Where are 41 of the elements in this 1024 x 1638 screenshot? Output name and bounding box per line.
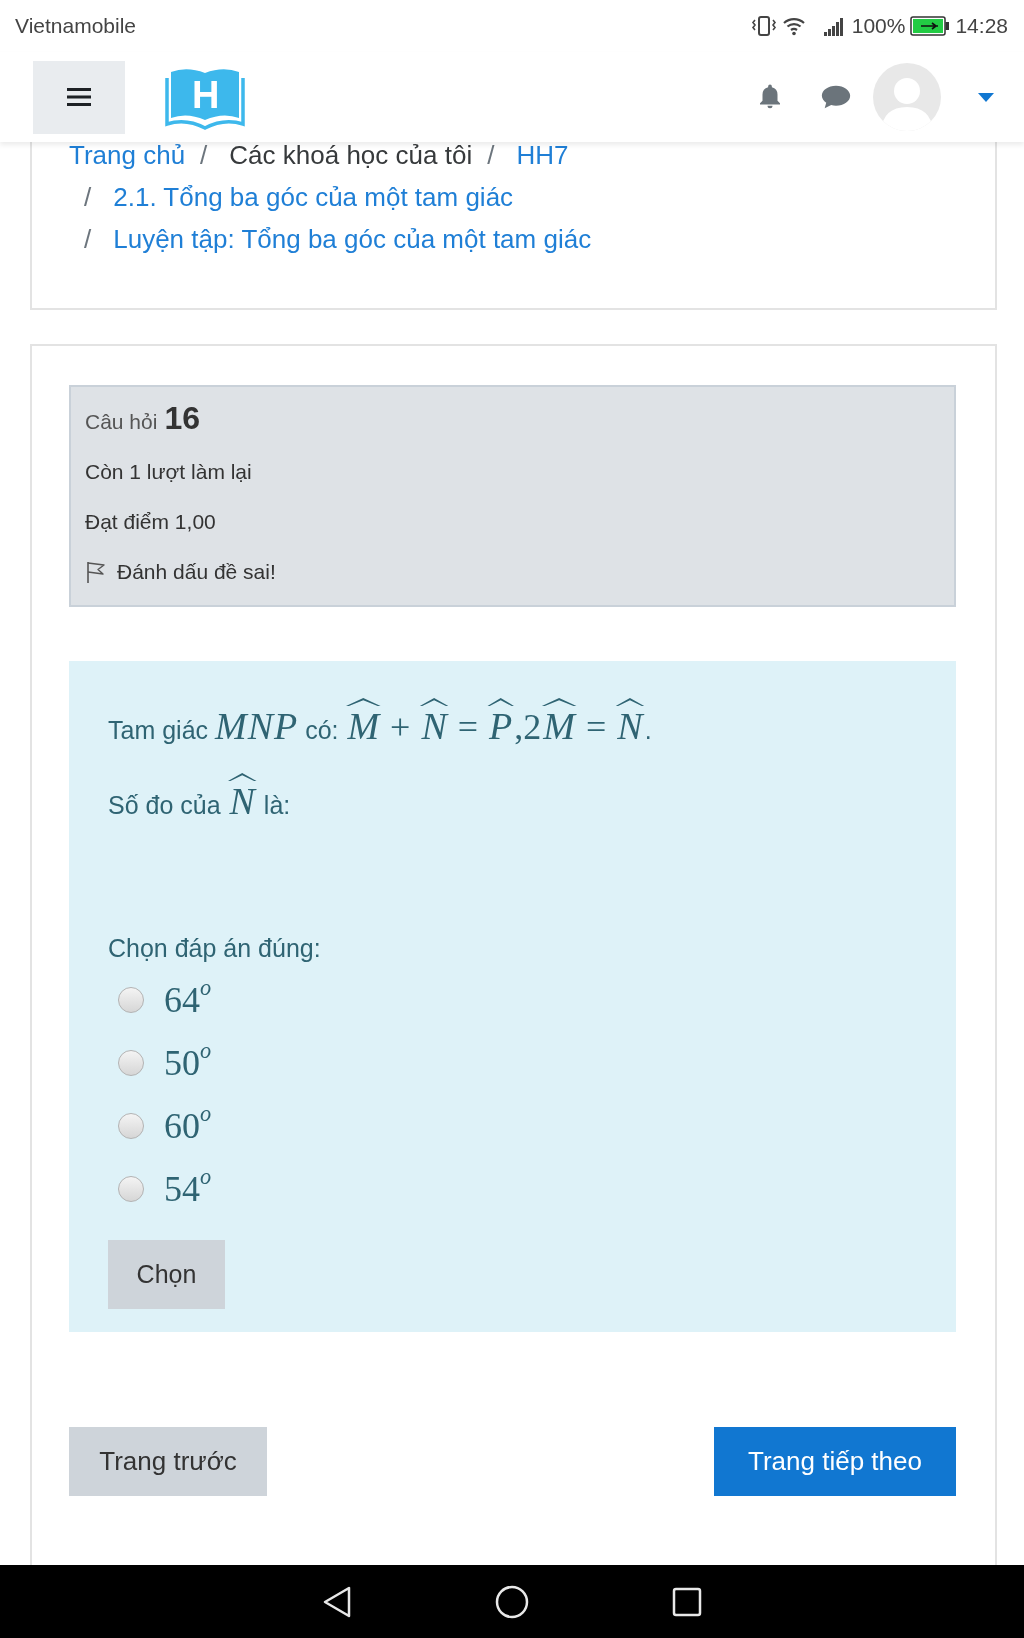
breadcrumb-item: Các khoá học của tôi [229,142,473,172]
battery-icon [910,16,951,36]
breadcrumb-separator: / [487,142,496,172]
breadcrumb-separator: / [200,142,209,172]
flag-link[interactable]: Đánh dấu đề sai! [85,547,276,597]
breadcrumb-link[interactable]: Luyện tập: Tổng ba góc của một tam giác [113,218,592,260]
caret-down-icon[interactable] [978,92,994,102]
question-label: Câu hỏi [85,409,158,435]
vibrate-icon [750,15,777,37]
question-text: Tam giác MNP có: M + N = P,2M = N. [108,696,917,760]
breadcrumb-link[interactable]: HH7 [516,142,569,176]
answer-prompt: Chọn đáp án đúng: [108,933,322,964]
breadcrumb-link[interactable]: 2.1. Tổng ba góc của một tam giác [113,176,514,218]
breadcrumb-link[interactable]: Trang chủ [69,142,186,176]
clock-time: 14:28 [955,14,1008,38]
logo-letter: H [192,76,220,114]
home-icon[interactable] [495,1584,529,1619]
question-number: 16 [164,399,200,438]
menu-icon [67,87,91,107]
attempts-remaining-text: Còn 1 lượt làm lại [85,459,253,485]
option-label[interactable]: 50$^{o}$ [164,1044,212,1081]
battery-percentage: 100% [851,14,906,38]
previous-page-button[interactable]: Trang trước [69,1427,267,1496]
radio-button[interactable] [118,986,144,1013]
radio-button[interactable] [118,1112,144,1139]
grade-text: Đạt điểm 1,00 [85,509,217,535]
radio-button[interactable] [118,1175,144,1202]
breadcrumb-separator: / [84,223,93,256]
option-label[interactable]: 64$^{o}$ [164,981,212,1018]
option-label[interactable]: 54$^{o}$ [164,1170,212,1207]
menu-button[interactable] [33,60,125,134]
radio-button[interactable] [118,1049,144,1076]
next-page-button[interactable]: Trang tiếp theo [714,1427,956,1496]
breadcrumb-separator: / [84,181,93,214]
recent-apps-icon[interactable] [672,1586,702,1617]
carrier-name: Vietnamobile [15,14,137,38]
submit-button[interactable]: Chọn [108,1240,225,1309]
question-text: Số đo của N là: [108,775,917,835]
back-icon[interactable] [322,1584,352,1619]
option-label[interactable]: 60$^{o}$ [164,1107,212,1144]
wifi-icon [781,16,806,36]
